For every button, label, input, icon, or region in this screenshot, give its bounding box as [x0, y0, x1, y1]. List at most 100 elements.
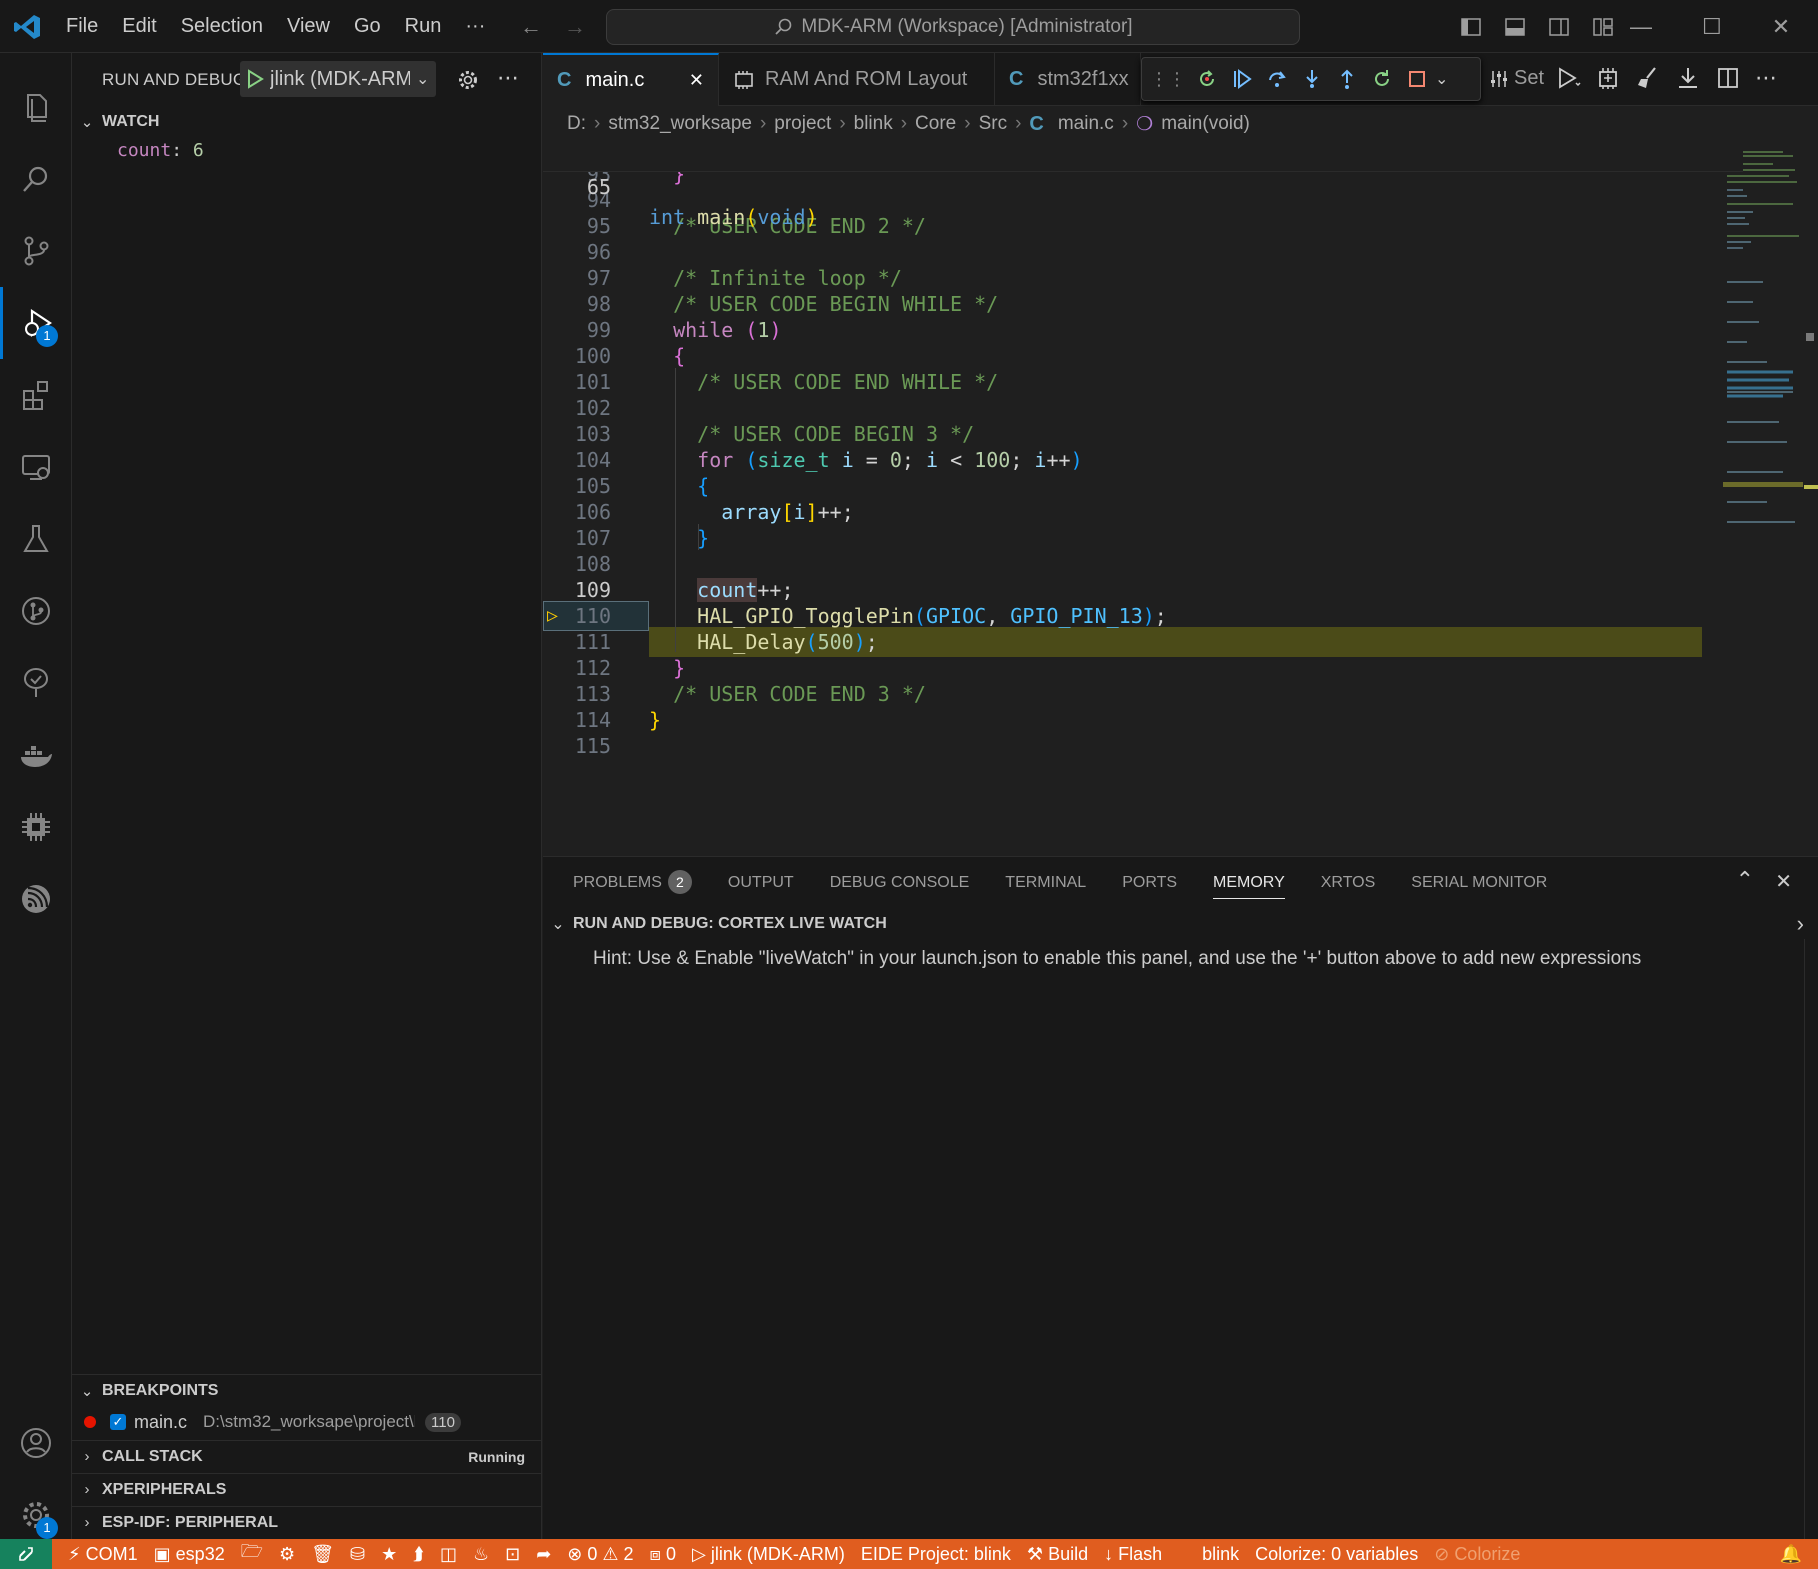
drag-handle-icon[interactable]: ⋮⋮ [1150, 69, 1186, 90]
tab-problems[interactable]: PROBLEMS 2 [573, 857, 692, 909]
toggle-panel-icon[interactable] [1504, 16, 1526, 38]
status-star[interactable]: ★ [381, 1544, 397, 1565]
tab-debug-console[interactable]: DEBUG CONSOLE [830, 857, 970, 909]
menu-edit[interactable]: Edit [110, 0, 168, 53]
close-panel-icon[interactable]: ✕ [1775, 869, 1792, 894]
code-line[interactable]: 115 [543, 731, 1743, 761]
tab-stm32f1xx[interactable]: C stm32f1xx [995, 53, 1141, 106]
build-chip-icon[interactable] [1595, 65, 1621, 91]
tab-terminal[interactable]: TERMINAL [1005, 857, 1086, 909]
status-notifications[interactable]: 🔔 [1780, 1544, 1802, 1565]
status-database[interactable]: ⛁ [350, 1544, 365, 1565]
breadcrumb-item[interactable]: stm32_worksape [608, 113, 752, 135]
espressif-icon[interactable] [0, 863, 72, 935]
breakpoint-item[interactable]: ✓ main.c D:\stm32_worksape\project\bli..… [72, 1406, 542, 1438]
maximize-icon[interactable]: ☐ [1702, 14, 1722, 40]
breakpoints-section-header[interactable]: ⌄ BREAKPOINTS [72, 1374, 542, 1406]
maximize-panel-icon[interactable]: ⌃ [1736, 867, 1754, 893]
status-flash[interactable]: ↓ Flash [1104, 1544, 1162, 1565]
step-out-icon[interactable] [1336, 68, 1358, 90]
status-ports[interactable]: ⧈ 0 [650, 1544, 676, 1565]
download-flash-icon[interactable] [1675, 65, 1701, 91]
docker-icon[interactable] [0, 719, 72, 791]
restart-frame-icon[interactable] [1196, 68, 1218, 90]
run-debug-dropdown-icon[interactable] [1555, 65, 1581, 91]
clean-brush-icon[interactable] [1635, 65, 1661, 91]
debug-settings-gear-icon[interactable] [457, 69, 479, 91]
status-terminal[interactable]: ⊡ [505, 1544, 520, 1565]
settings-sliders-icon[interactable] [1489, 69, 1509, 89]
status-run[interactable]: ➦ [536, 1544, 551, 1565]
source-control-icon[interactable] [0, 215, 72, 287]
step-into-icon[interactable] [1301, 68, 1323, 90]
breadcrumb-item[interactable]: main.c [1058, 113, 1114, 135]
close-tab-icon[interactable]: ✕ [689, 70, 704, 91]
debug-config-select[interactable]: jlink (MDK-ARM) ⌄ [240, 61, 436, 97]
chevron-right-icon[interactable]: › [1797, 911, 1804, 937]
split-editor-icon[interactable] [1715, 65, 1741, 91]
breadcrumb-item[interactable]: main(void) [1161, 113, 1250, 135]
more-actions-icon[interactable]: ⋯ [1755, 65, 1777, 91]
menu-selection[interactable]: Selection [169, 0, 275, 53]
back-arrow-icon[interactable]: ← [520, 14, 542, 40]
status-trash[interactable]: 🗑 [311, 1544, 334, 1565]
menu-run[interactable]: Run [393, 0, 454, 53]
status-flash-bolt[interactable]: ⮭ [413, 1544, 424, 1565]
breadcrumb-item[interactable]: Src [979, 113, 1008, 135]
tree-icon[interactable] [0, 647, 72, 719]
status-problems[interactable]: ⊗ 0 ⚠ 2 [567, 1544, 633, 1565]
command-center[interactable]: MDK-ARM (Workspace) [Administrator] [606, 9, 1300, 45]
status-debug-config[interactable]: ▷ jlink (MDK-ARM) [692, 1544, 845, 1565]
close-window-icon[interactable]: ✕ [1772, 14, 1790, 40]
testing-icon[interactable] [0, 503, 72, 575]
status-target[interactable]: ▣ esp32 [154, 1544, 225, 1565]
menu-more[interactable]: ··· [453, 0, 497, 53]
tab-output[interactable]: OUTPUT [728, 857, 794, 909]
settings-tab-label[interactable]: Setti [1514, 67, 1544, 90]
tab-xrtos[interactable]: XRTOS [1321, 857, 1376, 909]
tab-serial-monitor[interactable]: SERIAL MONITOR [1411, 857, 1547, 909]
breakpoint-checkbox[interactable]: ✓ [110, 1414, 126, 1430]
watch-expression[interactable]: count: 6 [117, 140, 204, 161]
toggle-secondary-sidebar-icon[interactable] [1548, 16, 1570, 38]
sticky-scroll-line[interactable]: 65 int main(void) [543, 142, 1743, 229]
toggle-sidebar-icon[interactable] [1460, 16, 1482, 38]
xperipherals-section-header[interactable]: › XPERIPHERALS [72, 1473, 542, 1505]
status-colorize[interactable]: Colorize: 0 variables [1255, 1544, 1418, 1565]
breadcrumb-item[interactable]: project [774, 113, 831, 135]
breadcrumb-item[interactable]: Core [915, 113, 956, 135]
menu-view[interactable]: View [275, 0, 342, 53]
live-watch-header[interactable]: ⌄ RUN AND DEBUG: CORTEX LIVE WATCH › [543, 909, 1818, 939]
gitlens-icon[interactable] [0, 575, 72, 647]
explorer-icon[interactable] [0, 71, 72, 143]
chevron-down-icon[interactable]: ⌄ [1435, 69, 1448, 89]
continue-icon[interactable] [1231, 68, 1253, 90]
more-actions-icon[interactable]: ⋯ [497, 65, 519, 91]
panel-scrollbar[interactable] [1804, 939, 1818, 1540]
watch-section-header[interactable]: ⌄ WATCH [72, 106, 542, 138]
breadcrumb-item[interactable]: D: [567, 113, 586, 135]
tab-ports[interactable]: PORTS [1122, 857, 1177, 909]
status-folder[interactable]: 🗁 [241, 1539, 263, 1569]
status-flame[interactable]: ♨ [473, 1544, 489, 1565]
remote-explorer-icon[interactable] [0, 431, 72, 503]
tab-memory[interactable]: MEMORY [1213, 857, 1285, 909]
minimap[interactable] [1723, 142, 1803, 856]
status-config[interactable]: ⚙ [279, 1544, 295, 1565]
search-icon[interactable] [0, 143, 72, 215]
status-blink[interactable]: blink [1202, 1544, 1239, 1565]
status-colorize-toggle[interactable]: ⊘ Colorize [1434, 1544, 1520, 1565]
customize-layout-icon[interactable] [1592, 16, 1614, 38]
minimize-icon[interactable]: — [1630, 14, 1652, 40]
tab-ram-rom-layout[interactable]: RAM And ROM Layout [719, 53, 995, 106]
call-stack-section-header[interactable]: › CALL STACK Running [72, 1440, 542, 1472]
run-and-debug-icon[interactable]: 1 [0, 287, 72, 359]
chip-icon[interactable] [0, 791, 72, 863]
forward-arrow-icon[interactable]: → [564, 14, 586, 40]
remote-indicator[interactable] [0, 1539, 52, 1569]
status-build[interactable]: ⚒ Build [1027, 1544, 1088, 1565]
extensions-icon[interactable] [0, 359, 72, 431]
accounts-icon[interactable] [0, 1407, 72, 1479]
restart-icon[interactable] [1371, 68, 1393, 90]
menu-file[interactable]: File [54, 0, 110, 53]
